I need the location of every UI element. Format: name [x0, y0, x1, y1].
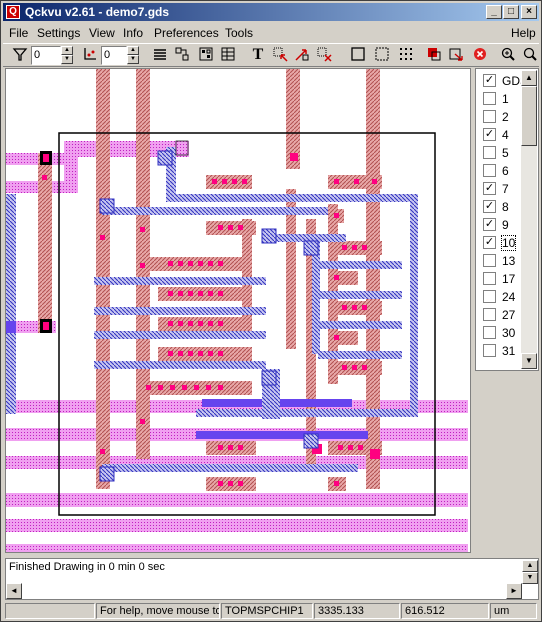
menu-bar: File Settings View Info Preferences Tool… — [3, 23, 539, 42]
window-title: Qckvu v2.61 - demo7.gds — [25, 5, 170, 19]
log-scroll-up-icon[interactable]: ▲ — [522, 560, 538, 572]
status-pane-empty — [5, 603, 95, 619]
hierarchy-icon[interactable] — [81, 46, 99, 64]
layers-stack-icon[interactable] — [151, 46, 169, 64]
zoom-in-icon[interactable] — [499, 46, 517, 64]
menu-preferences[interactable]: Preferences — [154, 26, 219, 40]
menu-help[interactable]: Help — [511, 26, 536, 40]
layer-checkbox[interactable] — [483, 290, 496, 303]
dot-grid-icon[interactable] — [397, 46, 415, 64]
hierarchy-level-input[interactable]: 0 — [101, 46, 127, 65]
export-icon[interactable] — [447, 46, 465, 64]
scroll-up-arrow-icon[interactable]: ▲ — [521, 70, 537, 86]
layer-checkbox[interactable]: ✓ — [483, 236, 496, 249]
message-log: Finished Drawing in 0 min 0 sec ▲ ▼ ◄ ► — [5, 558, 539, 600]
select-arrow-alt-icon[interactable] — [293, 46, 311, 64]
hierarchy-level-stepper[interactable]: ▲ ▼ — [127, 46, 139, 65]
gds-layout-drawing[interactable] — [6, 69, 470, 552]
log-scroll-down-icon[interactable]: ▼ — [522, 572, 538, 584]
status-cell: TOPMSPCHIP1 — [221, 603, 313, 619]
filter-icon[interactable] — [11, 46, 29, 64]
filter-level-stepper[interactable]: ▲ ▼ — [61, 46, 73, 65]
layer-checkbox[interactable]: ✓ — [483, 218, 496, 231]
stop-icon[interactable] — [471, 46, 489, 64]
layer-checkbox[interactable] — [483, 308, 496, 321]
layer-checkbox[interactable] — [483, 146, 496, 159]
status-help: For help, move mouse to — [96, 603, 220, 619]
select-arrow-icon[interactable] — [271, 46, 289, 64]
layer-checkbox[interactable] — [483, 164, 496, 177]
status-bar: For help, move mouse to TOPMSPCHIP1 3335… — [3, 602, 539, 620]
text-tool-icon[interactable]: T — [249, 46, 267, 64]
menu-info[interactable]: Info — [123, 26, 143, 40]
menu-settings[interactable]: Settings — [37, 26, 80, 40]
log-scroll-left-icon[interactable]: ◄ — [6, 583, 22, 599]
menu-tools[interactable]: Tools — [225, 26, 253, 40]
layer-checkbox[interactable]: ✓ — [483, 128, 496, 141]
log-scroll-right-icon[interactable]: ► — [506, 583, 522, 599]
layer-checkbox[interactable] — [483, 326, 496, 339]
zoom-out-icon[interactable] — [521, 46, 539, 64]
app-icon[interactable]: Q — [6, 5, 20, 19]
layer-color-icon[interactable] — [425, 46, 443, 64]
menu-file[interactable]: File — [9, 26, 28, 40]
box-dashed-icon[interactable] — [373, 46, 391, 64]
cell-tree-icon[interactable] — [173, 46, 191, 64]
table-icon[interactable] — [219, 46, 237, 64]
status-x-coord: 3335.133 — [314, 603, 400, 619]
layer-checkbox[interactable] — [483, 272, 496, 285]
layer-checkbox[interactable] — [483, 110, 496, 123]
scroll-thumb[interactable] — [521, 86, 537, 146]
scroll-down-arrow-icon[interactable]: ▼ — [521, 353, 537, 369]
deselect-icon[interactable] — [315, 46, 333, 64]
status-unit: um — [490, 603, 537, 619]
close-button[interactable]: × — [521, 5, 537, 19]
grid-cells-icon[interactable] — [197, 46, 215, 64]
filter-level-input[interactable]: 0 — [31, 46, 61, 65]
minimize-button[interactable]: _ — [486, 5, 502, 19]
layout-canvas[interactable] — [5, 68, 471, 553]
status-y-coord: 616.512 — [401, 603, 489, 619]
layer-checkbox[interactable] — [483, 254, 496, 267]
layer-list-scrollbar[interactable]: ▲ ▼ — [521, 70, 537, 369]
box-outline-icon[interactable] — [349, 46, 367, 64]
app-window: Q Qckvu v2.61 - demo7.gds _ □ × File Set… — [0, 0, 542, 622]
layer-checkbox[interactable]: ✓ — [483, 200, 496, 213]
layer-checkbox[interactable] — [483, 344, 496, 357]
maximize-button[interactable]: □ — [503, 5, 519, 19]
menu-view[interactable]: View — [89, 26, 115, 40]
layer-checkbox[interactable]: ✓ — [483, 74, 496, 87]
layer-checkbox[interactable] — [483, 92, 496, 105]
toolbar: 0 ▲ ▼ 0 ▲ ▼ T — [3, 43, 539, 67]
message-text: Finished Drawing in 0 min 0 sec — [9, 561, 165, 573]
title-bar: Q Qckvu v2.61 - demo7.gds _ □ × — [3, 3, 539, 21]
layer-checkbox[interactable]: ✓ — [483, 182, 496, 195]
